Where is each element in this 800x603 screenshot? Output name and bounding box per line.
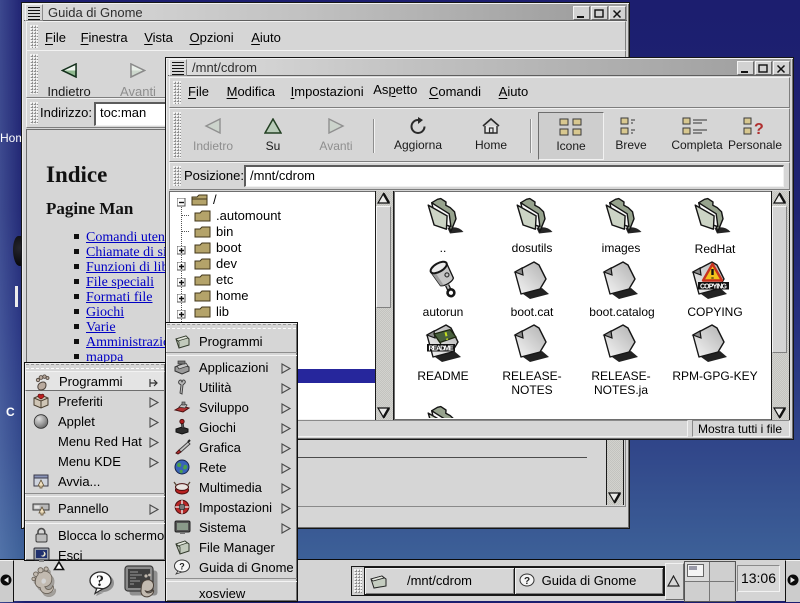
svg-text:README: README: [429, 346, 454, 353]
svg-text:COPYING: COPYING: [700, 284, 728, 291]
svg-text:?: ?: [754, 121, 764, 137]
svg-text:?: ?: [96, 573, 104, 590]
svg-text:?: ?: [179, 562, 185, 572]
